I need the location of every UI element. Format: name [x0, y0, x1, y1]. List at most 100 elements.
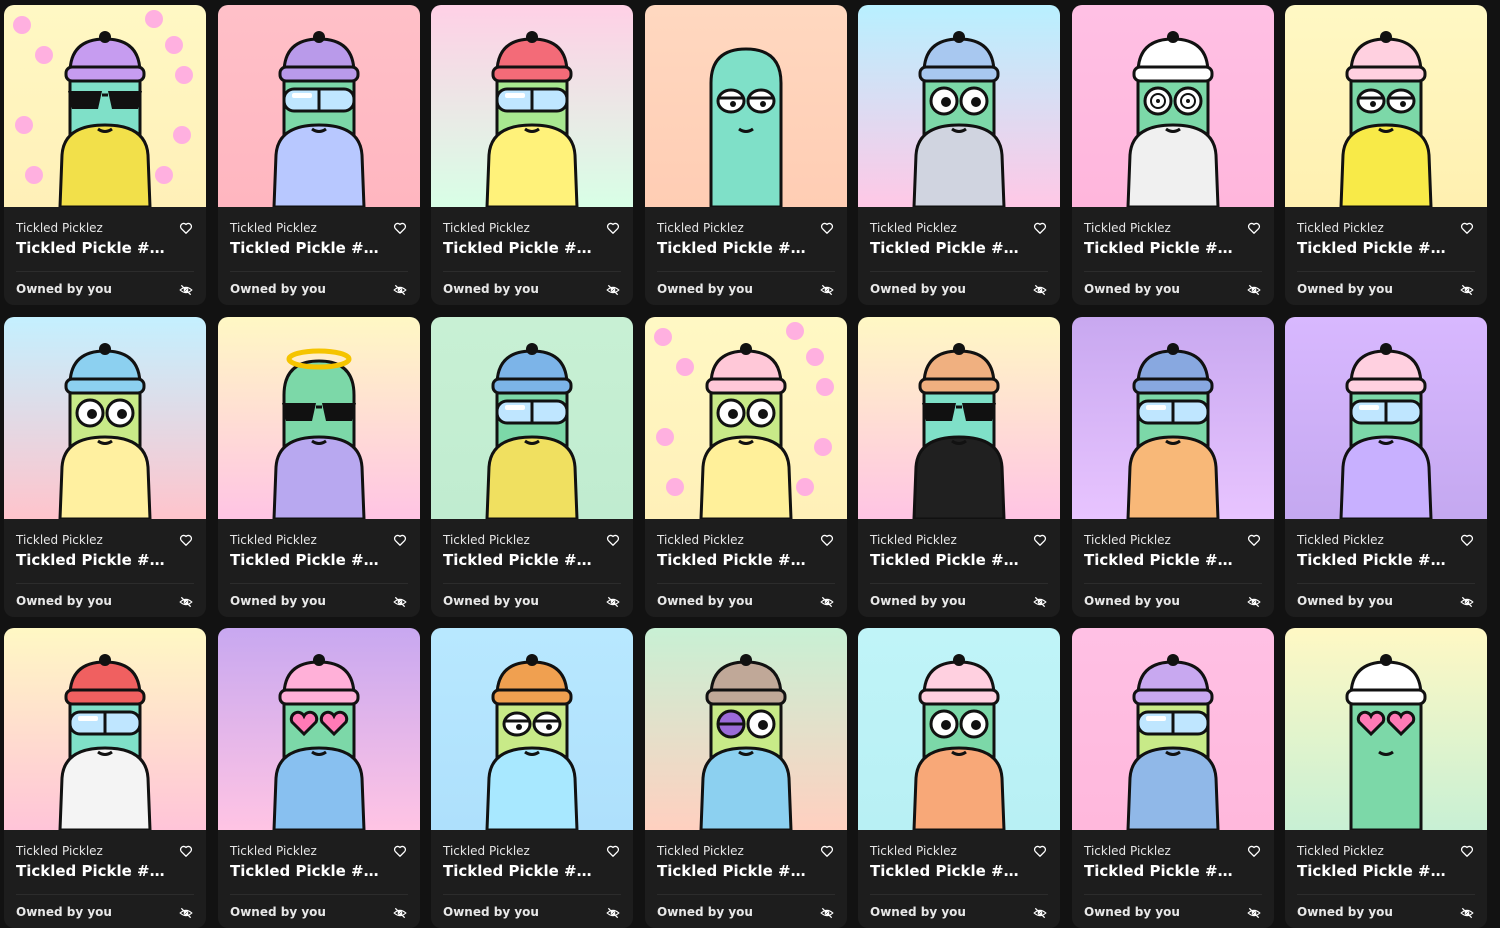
nft-card[interactable]: Tickled Picklez Tickled Pickle #1… Owned…: [1285, 628, 1487, 928]
eye-off-icon[interactable]: [1247, 595, 1261, 609]
heart-icon[interactable]: [1460, 221, 1474, 235]
nft-card[interactable]: Tickled Picklez Tickled Pickle #1… Owned…: [4, 317, 206, 617]
nft-card[interactable]: Tickled Picklez Tickled Pickle #4… Owned…: [1072, 628, 1274, 928]
nft-image[interactable]: [431, 5, 633, 207]
nft-title[interactable]: Tickled Pickle #4…: [1084, 239, 1234, 257]
heart-icon[interactable]: [179, 533, 193, 547]
heart-icon[interactable]: [820, 221, 834, 235]
nft-title[interactable]: Tickled Pickle #4…: [1297, 239, 1447, 257]
eye-off-icon[interactable]: [179, 283, 193, 297]
heart-icon[interactable]: [1247, 221, 1261, 235]
heart-icon[interactable]: [179, 844, 193, 858]
heart-icon[interactable]: [1033, 844, 1047, 858]
heart-icon[interactable]: [820, 533, 834, 547]
nft-card[interactable]: Tickled Picklez Tickled Pickle #4… Owned…: [431, 5, 633, 305]
eye-off-icon[interactable]: [179, 595, 193, 609]
heart-icon[interactable]: [1247, 533, 1261, 547]
nft-image[interactable]: [645, 5, 847, 207]
nft-card[interactable]: Tickled Picklez Tickled Pickle #2… Owned…: [645, 317, 847, 617]
nft-title[interactable]: Tickled Pickle #3…: [230, 239, 380, 257]
nft-card[interactable]: Tickled Picklez Tickled Pickle #5… Owned…: [431, 317, 633, 617]
eye-off-icon[interactable]: [820, 595, 834, 609]
nft-card[interactable]: Tickled Picklez Tickled Pickle #2… Owned…: [645, 628, 847, 928]
nft-title[interactable]: Tickled Pickle #6…: [870, 862, 1020, 880]
eye-off-icon[interactable]: [393, 283, 407, 297]
nft-title[interactable]: Tickled Pickle #1…: [443, 862, 593, 880]
nft-card[interactable]: Tickled Picklez Tickled Pickle #4… Owned…: [645, 5, 847, 305]
nft-title[interactable]: Tickled Pickle #1…: [16, 551, 166, 569]
nft-image[interactable]: [4, 5, 206, 207]
nft-card[interactable]: Tickled Picklez Tickled Pickle #1… Owned…: [431, 628, 633, 928]
nft-title[interactable]: Tickled Pickle #4…: [657, 239, 807, 257]
heart-icon[interactable]: [606, 844, 620, 858]
heart-icon[interactable]: [1460, 844, 1474, 858]
nft-title[interactable]: Tickled Pickle #4…: [1084, 862, 1234, 880]
nft-image[interactable]: [1285, 317, 1487, 519]
nft-title[interactable]: Tickled Pickle #2…: [230, 551, 380, 569]
nft-image[interactable]: [1072, 317, 1274, 519]
eye-off-icon[interactable]: [179, 906, 193, 920]
heart-icon[interactable]: [606, 533, 620, 547]
heart-icon[interactable]: [1460, 533, 1474, 547]
nft-image[interactable]: [1285, 5, 1487, 207]
eye-off-icon[interactable]: [1460, 595, 1474, 609]
eye-off-icon[interactable]: [820, 906, 834, 920]
nft-title[interactable]: Tickled Pickle #5…: [230, 862, 380, 880]
nft-title[interactable]: Tickled Pickle #4…: [443, 239, 593, 257]
nft-title[interactable]: Tickled Pickle #2…: [657, 862, 807, 880]
eye-off-icon[interactable]: [1460, 906, 1474, 920]
nft-card[interactable]: Tickled Picklez Tickled Pickle #5… Owned…: [4, 628, 206, 928]
nft-card[interactable]: Tickled Picklez Tickled Pickle #1… Owned…: [858, 5, 1060, 305]
nft-image[interactable]: [858, 628, 1060, 830]
heart-icon[interactable]: [393, 533, 407, 547]
heart-icon[interactable]: [1033, 221, 1047, 235]
eye-off-icon[interactable]: [1033, 283, 1047, 297]
eye-off-icon[interactable]: [1460, 283, 1474, 297]
eye-off-icon[interactable]: [1247, 906, 1261, 920]
heart-icon[interactable]: [393, 844, 407, 858]
nft-image[interactable]: [218, 317, 420, 519]
eye-off-icon[interactable]: [393, 595, 407, 609]
nft-title[interactable]: Tickled Pickle #1…: [1297, 862, 1447, 880]
eye-off-icon[interactable]: [820, 283, 834, 297]
nft-image[interactable]: [858, 317, 1060, 519]
eye-off-icon[interactable]: [393, 906, 407, 920]
nft-title[interactable]: Tickled Pickle #2…: [657, 551, 807, 569]
nft-image[interactable]: [1072, 628, 1274, 830]
nft-title[interactable]: Tickled Pickle #2…: [870, 551, 1020, 569]
heart-icon[interactable]: [393, 221, 407, 235]
nft-title[interactable]: Tickled Pickle #2…: [1084, 551, 1234, 569]
nft-title[interactable]: Tickled Pickle #5…: [16, 862, 166, 880]
eye-off-icon[interactable]: [606, 595, 620, 609]
nft-card[interactable]: Tickled Picklez Tickled Pickle #2… Owned…: [858, 317, 1060, 617]
nft-image[interactable]: [1285, 628, 1487, 830]
nft-image[interactable]: [431, 317, 633, 519]
nft-card[interactable]: Tickled Picklez Tickled Pickle #4… Owned…: [1285, 5, 1487, 305]
nft-image[interactable]: [218, 628, 420, 830]
nft-image[interactable]: [858, 5, 1060, 207]
nft-card[interactable]: Tickled Picklez Tickled Pickle #6… Owned…: [858, 628, 1060, 928]
nft-card[interactable]: Tickled Picklez Tickled Pickle #3… Owned…: [218, 5, 420, 305]
nft-card[interactable]: Tickled Picklez Tickled Pickle #4… Owned…: [1072, 5, 1274, 305]
heart-icon[interactable]: [1247, 844, 1261, 858]
heart-icon[interactable]: [606, 221, 620, 235]
eye-off-icon[interactable]: [606, 906, 620, 920]
nft-image[interactable]: [1072, 5, 1274, 207]
nft-card[interactable]: Tickled Picklez Tickled Pickle #5… Owned…: [218, 628, 420, 928]
nft-title[interactable]: Tickled Pickle #5…: [443, 551, 593, 569]
nft-card[interactable]: Tickled Picklez Tickled Pickle #4… Owned…: [4, 5, 206, 305]
nft-card[interactable]: Tickled Picklez Tickled Pickle #2… Owned…: [218, 317, 420, 617]
nft-image[interactable]: [431, 628, 633, 830]
nft-card[interactable]: Tickled Picklez Tickled Pickle #1… Owned…: [1285, 317, 1487, 617]
nft-title[interactable]: Tickled Pickle #4…: [16, 239, 166, 257]
nft-image[interactable]: [218, 5, 420, 207]
eye-off-icon[interactable]: [1033, 906, 1047, 920]
nft-image[interactable]: [4, 317, 206, 519]
eye-off-icon[interactable]: [606, 283, 620, 297]
eye-off-icon[interactable]: [1247, 283, 1261, 297]
nft-image[interactable]: [645, 628, 847, 830]
nft-card[interactable]: Tickled Picklez Tickled Pickle #2… Owned…: [1072, 317, 1274, 617]
eye-off-icon[interactable]: [1033, 595, 1047, 609]
nft-image[interactable]: [4, 628, 206, 830]
heart-icon[interactable]: [1033, 533, 1047, 547]
